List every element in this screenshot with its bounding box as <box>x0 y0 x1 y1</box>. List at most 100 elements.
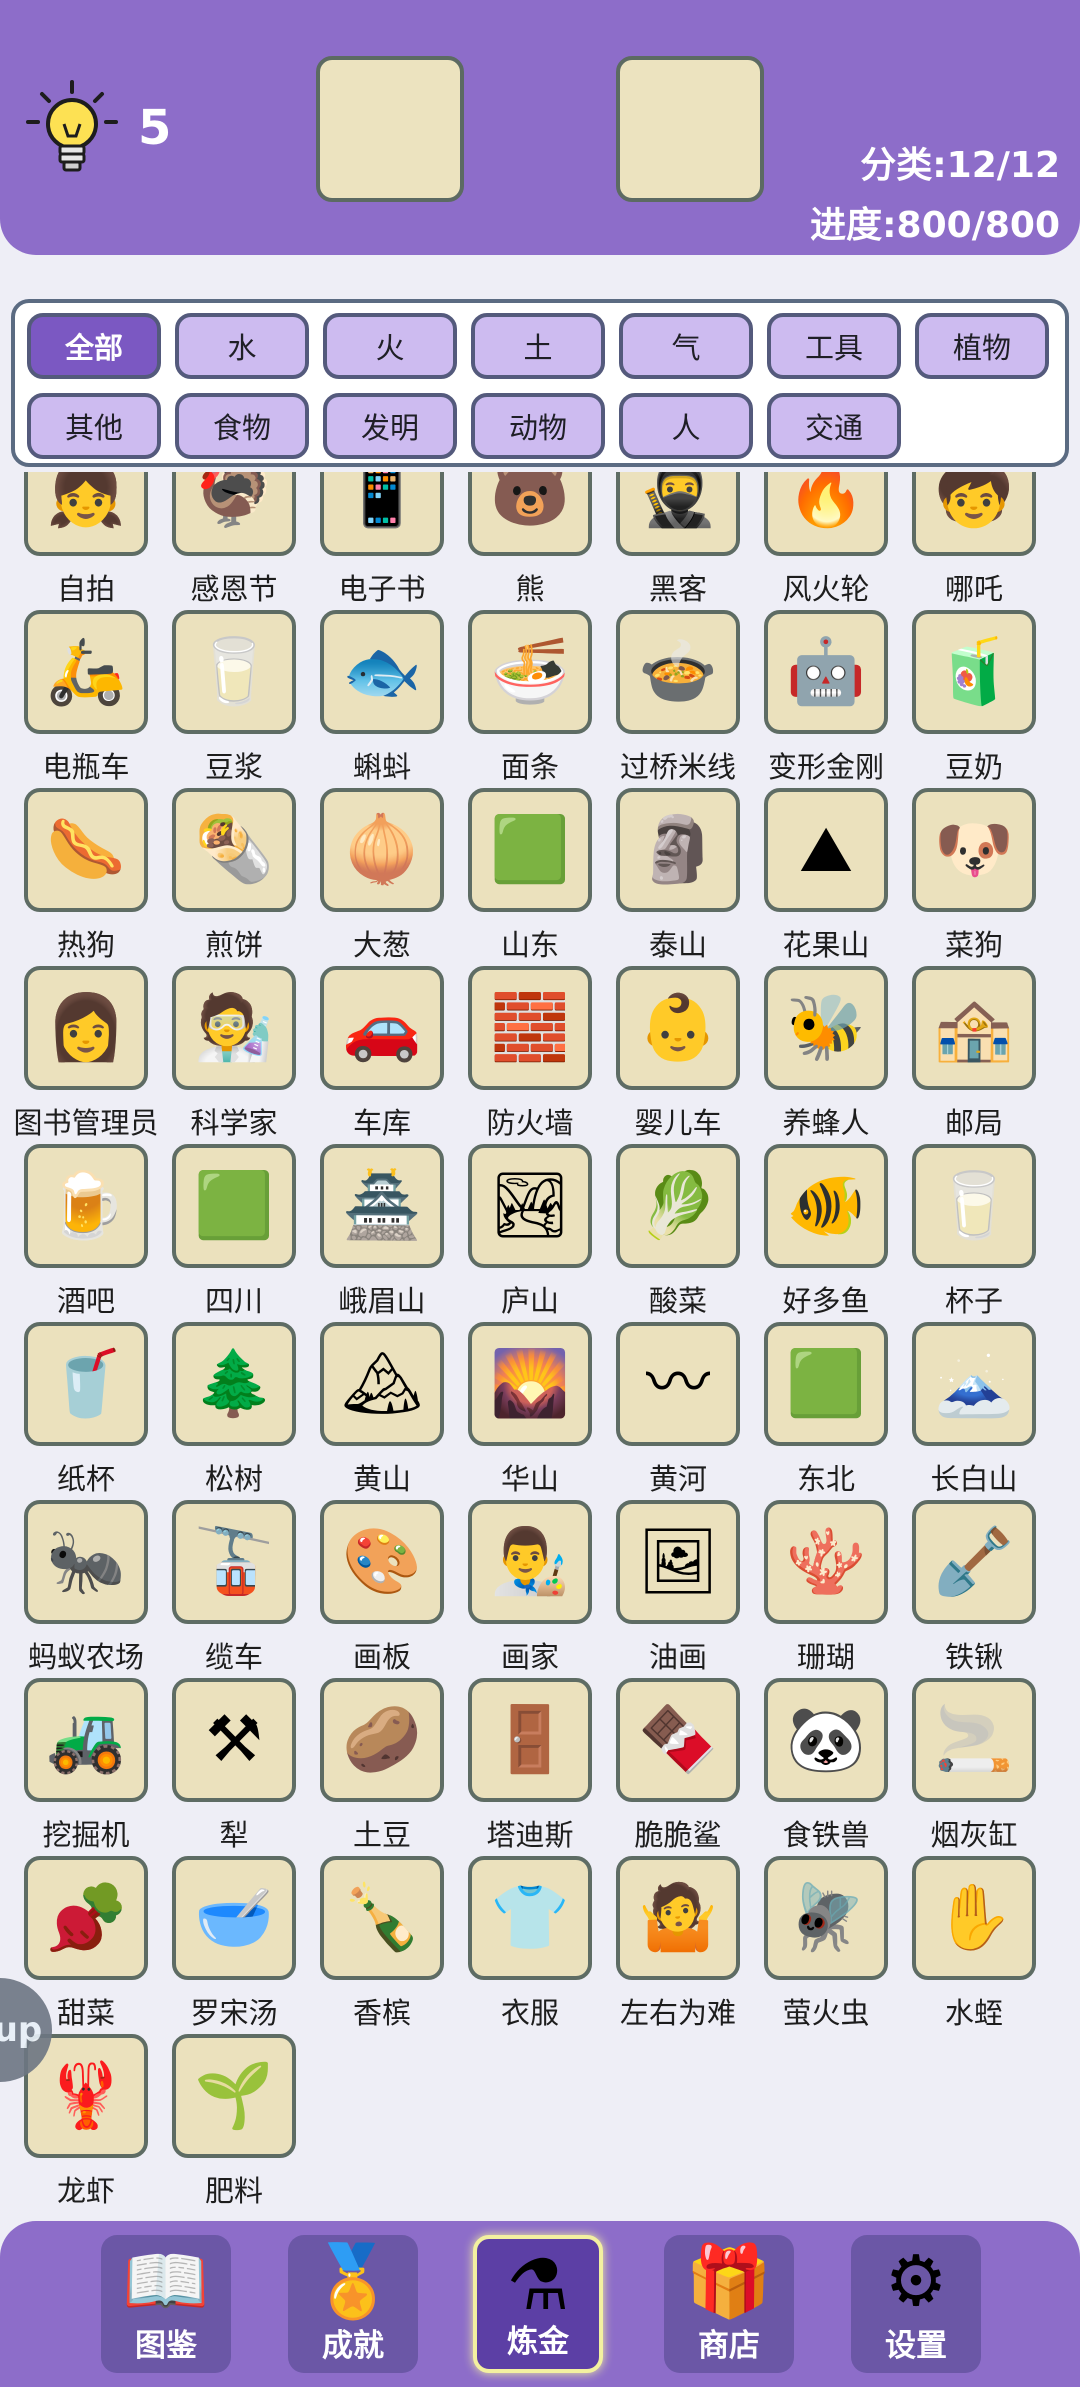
item-tile[interactable]: 🧃 <box>912 610 1036 734</box>
item-cell[interactable]: ✋ 水蛭 <box>900 1856 1048 2034</box>
item-tile[interactable]: 🟩 <box>172 1144 296 1268</box>
item-tile[interactable]: 🌄 <box>468 1322 592 1446</box>
item-tile[interactable]: 🐠 <box>764 1144 888 1268</box>
item-tile[interactable]: 🧱 <box>468 966 592 1090</box>
item-tile[interactable]: 🔥 <box>764 472 888 556</box>
item-cell[interactable]: 🗿 泰山 <box>604 788 752 966</box>
item-tile[interactable]: 🐝 <box>764 966 888 1090</box>
item-cell[interactable]: 🐜 蚂蚁农场 <box>12 1500 160 1678</box>
item-cell[interactable]: 🌱 肥料 <box>160 2034 308 2212</box>
item-tile[interactable]: 🏯 <box>320 1144 444 1268</box>
item-cell[interactable]: 🚡 缆车 <box>160 1500 308 1678</box>
filter-chip[interactable]: 火 <box>323 313 457 379</box>
item-tile[interactable]: 🥛 <box>912 1144 1036 1268</box>
item-cell[interactable]: 🤷 左右为难 <box>604 1856 752 2034</box>
item-cell[interactable]: 🌄 华山 <box>456 1322 604 1500</box>
filter-chip[interactable]: 气 <box>619 313 753 379</box>
item-tile[interactable]: 🤷 <box>616 1856 740 1980</box>
item-tile[interactable]: 🚪 <box>468 1678 592 1802</box>
item-cell[interactable]: 👩 图书管理员 <box>12 966 160 1144</box>
item-tile[interactable]: 🌲 <box>172 1322 296 1446</box>
filter-chip[interactable]: 发明 <box>323 393 457 459</box>
item-tile[interactable]: 🧑‍🔬 <box>172 966 296 1090</box>
item-cell[interactable]: 🗻 长白山 <box>900 1322 1048 1500</box>
item-tile[interactable]: 🍲 <box>616 610 740 734</box>
nav-achievements[interactable]: 🏅 成就 <box>288 2235 418 2373</box>
item-tile[interactable]: 🥔 <box>320 1678 444 1802</box>
item-tile[interactable]: 🌭 <box>24 788 148 912</box>
item-tile[interactable]: 🥣 <box>172 1856 296 1980</box>
item-cell[interactable]: 🟩 山东 <box>456 788 604 966</box>
item-cell[interactable]: ⛰ 花果山 <box>752 788 900 966</box>
item-cell[interactable]: 🏤 邮局 <box>900 966 1048 1144</box>
item-cell[interactable]: 👕 衣服 <box>456 1856 604 2034</box>
filter-chip[interactable]: 土 <box>471 313 605 379</box>
item-tile[interactable]: 📱 <box>320 472 444 556</box>
item-cell[interactable]: 🐟 蝌蚪 <box>308 610 456 788</box>
item-tile[interactable]: ⛰ <box>764 788 888 912</box>
item-cell[interactable]: 📱 电子书 <box>308 472 456 610</box>
item-cell[interactable]: 🏞 庐山 <box>456 1144 604 1322</box>
item-tile[interactable]: 👨‍🎨 <box>468 1500 592 1624</box>
item-cell[interactable]: 🧃 豆奶 <box>900 610 1048 788</box>
item-cell[interactable]: 🍜 面条 <box>456 610 604 788</box>
item-tile[interactable]: 🐼 <box>764 1678 888 1802</box>
item-cell[interactable]: 👧 自拍 <box>12 472 160 610</box>
item-tile[interactable]: 🍜 <box>468 610 592 734</box>
item-cell[interactable]: 🍾 香槟 <box>308 1856 456 2034</box>
item-tile[interactable]: 🍫 <box>616 1678 740 1802</box>
item-cell[interactable]: 🚜 挖掘机 <box>12 1678 160 1856</box>
item-tile[interactable]: 👧 <box>24 472 148 556</box>
item-tile[interactable]: 🚡 <box>172 1500 296 1624</box>
item-tile[interactable]: 〰 <box>616 1322 740 1446</box>
item-tile[interactable]: 🪰 <box>764 1856 888 1980</box>
item-tile[interactable]: 🗿 <box>616 788 740 912</box>
item-cell[interactable]: 🥤 纸杯 <box>12 1322 160 1500</box>
item-tile[interactable]: 🐶 <box>912 788 1036 912</box>
item-tile[interactable]: 🏞 <box>468 1144 592 1268</box>
nav-shop[interactable]: 🎁 商店 <box>664 2235 794 2373</box>
item-tile[interactable]: 🥛 <box>172 610 296 734</box>
item-cell[interactable]: 🐻 熊 <box>456 472 604 610</box>
item-tile[interactable]: 🥷 <box>616 472 740 556</box>
item-cell[interactable]: 🛵 电瓶车 <box>12 610 160 788</box>
item-tile[interactable]: 🚜 <box>24 1678 148 1802</box>
item-cell[interactable]: 🖼 油画 <box>604 1500 752 1678</box>
item-tile[interactable]: 🐜 <box>24 1500 148 1624</box>
item-tile[interactable]: 🧅 <box>320 788 444 912</box>
item-tile[interactable]: 👕 <box>468 1856 592 1980</box>
item-cell[interactable]: 🐶 菜狗 <box>900 788 1048 966</box>
item-cell[interactable]: 🏔 黄山 <box>308 1322 456 1500</box>
item-cell[interactable]: 🚗 车库 <box>308 966 456 1144</box>
item-tile[interactable]: 🍺 <box>24 1144 148 1268</box>
item-cell[interactable]: 🤖 变形金刚 <box>752 610 900 788</box>
item-tile[interactable]: 🥬 <box>616 1144 740 1268</box>
item-tile[interactable]: 🗻 <box>912 1322 1036 1446</box>
filter-chip[interactable]: 工具 <box>767 313 901 379</box>
item-cell[interactable]: ⚒ 犁 <box>160 1678 308 1856</box>
item-cell[interactable]: 🌯 煎饼 <box>160 788 308 966</box>
item-cell[interactable]: 🪸 珊瑚 <box>752 1500 900 1678</box>
item-cell[interactable]: 👶 婴儿车 <box>604 966 752 1144</box>
item-cell[interactable]: 🥬 酸菜 <box>604 1144 752 1322</box>
item-tile[interactable]: 🏤 <box>912 966 1036 1090</box>
item-tile[interactable]: 🐟 <box>320 610 444 734</box>
item-tile[interactable]: 🟩 <box>764 1322 888 1446</box>
item-cell[interactable]: 🥛 杯子 <box>900 1144 1048 1322</box>
item-cell[interactable]: 🟩 东北 <box>752 1322 900 1500</box>
filter-chip[interactable]: 食物 <box>175 393 309 459</box>
item-tile[interactable]: 🟩 <box>468 788 592 912</box>
item-cell[interactable]: 🎨 画板 <box>308 1500 456 1678</box>
item-cell[interactable]: 🍺 酒吧 <box>12 1144 160 1322</box>
item-cell[interactable]: 🧅 大葱 <box>308 788 456 966</box>
item-tile[interactable]: 🪏 <box>912 1500 1036 1624</box>
item-tile[interactable]: 🛵 <box>24 610 148 734</box>
item-tile[interactable]: 🫜 <box>24 1856 148 1980</box>
item-cell[interactable]: 👨‍🎨 画家 <box>456 1500 604 1678</box>
item-cell[interactable]: 🧒 哪吒 <box>900 472 1048 610</box>
combine-slot-2[interactable] <box>616 56 764 202</box>
item-cell[interactable]: 🦃 感恩节 <box>160 472 308 610</box>
item-tile[interactable]: 🌯 <box>172 788 296 912</box>
item-tile[interactable]: 🏔 <box>320 1322 444 1446</box>
filter-chip[interactable]: 其他 <box>27 393 161 459</box>
